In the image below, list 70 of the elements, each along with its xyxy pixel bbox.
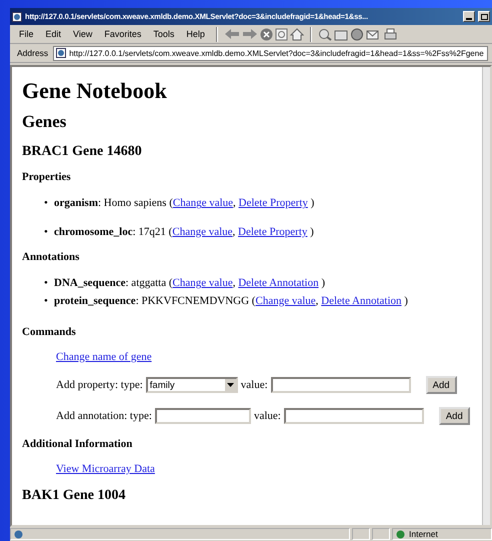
- globe-icon[interactable]: [350, 28, 364, 40]
- delete-link[interactable]: Delete Annotation: [321, 294, 402, 308]
- maximize-button[interactable]: [478, 11, 490, 22]
- menu-item[interactable]: Edit: [40, 29, 66, 39]
- field-label: Add annotation: type:: [56, 410, 152, 422]
- microarray-link[interactable]: View Microarray Data: [56, 463, 155, 476]
- subsection-heading: Annotations: [22, 251, 80, 264]
- delete-link[interactable]: Delete Property: [238, 224, 308, 240]
- page-title: Gene Notebook: [22, 79, 168, 104]
- item-text: protein_sequence: PKKVFCNEMDVNGG (: [54, 294, 256, 308]
- menu-item[interactable]: Help: [181, 29, 210, 39]
- change-value-link[interactable]: Change value: [172, 196, 234, 211]
- punctuation: ): [310, 224, 314, 240]
- value-input-field[interactable]: [270, 377, 411, 394]
- subsection-heading: Commands: [22, 326, 77, 340]
- value-input-field[interactable]: [284, 408, 424, 424]
- add-button[interactable]: Add: [438, 407, 470, 426]
- bullet: •: [44, 276, 49, 291]
- refresh-icon[interactable]: [274, 28, 288, 40]
- section-heading: Genes: [22, 113, 68, 132]
- stop-icon[interactable]: [260, 28, 273, 40]
- back-arrow-icon[interactable]: [224, 28, 240, 40]
- item-text: DNA_sequence: atggatta (: [54, 276, 173, 291]
- type-dropdown[interactable]: family: [146, 377, 238, 394]
- punctuation: ,: [233, 196, 236, 211]
- add-button[interactable]: Add: [426, 376, 457, 394]
- gene-heading: BRAC1 Gene 14680: [22, 144, 143, 160]
- menu-item[interactable]: File: [14, 29, 39, 39]
- punctuation: ,: [316, 294, 318, 308]
- forward-arrow-icon[interactable]: [242, 28, 258, 40]
- bullet: •: [44, 224, 49, 240]
- page-icon: [12, 12, 22, 22]
- rename-gene-link[interactable]: Change name of gene: [56, 351, 152, 364]
- change-value-link[interactable]: Change value: [255, 294, 316, 308]
- minimize-button[interactable]: [463, 11, 475, 22]
- delete-link[interactable]: Delete Annotation: [238, 276, 319, 291]
- menu-item[interactable]: Tools: [148, 29, 180, 39]
- delete-link[interactable]: Delete Property: [238, 196, 308, 211]
- page-icon: [56, 48, 66, 58]
- menu-item[interactable]: View: [68, 29, 98, 39]
- search-icon[interactable]: [318, 28, 332, 40]
- address-label: Address: [16, 48, 50, 58]
- maximize-icon: [480, 14, 488, 20]
- page-icon: [14, 530, 23, 538]
- bullet: •: [44, 294, 49, 308]
- punctuation: ): [404, 294, 408, 308]
- scrollbar[interactable]: [482, 67, 490, 525]
- punctuation: ): [321, 276, 325, 291]
- type-input-field[interactable]: [154, 408, 251, 424]
- subsection-heading: Additional Information: [22, 438, 134, 452]
- item-text: organism: Homo sapiens (: [54, 196, 173, 211]
- zone-label: Internet: [409, 529, 438, 539]
- punctuation: ,: [232, 224, 236, 240]
- item-text: chromosome_loc: 17q21 (: [54, 224, 172, 240]
- field-label: Add property: type:: [56, 379, 143, 392]
- punctuation: ): [310, 196, 314, 211]
- subsection-heading: Properties: [22, 171, 72, 184]
- change-value-link[interactable]: Change value: [172, 276, 233, 291]
- gene-heading: BAK1 Gene 1004: [22, 488, 126, 504]
- printer-icon[interactable]: [382, 28, 398, 40]
- globe-icon: [396, 530, 405, 538]
- field-label: value:: [254, 410, 281, 422]
- punctuation: ,: [232, 276, 236, 291]
- address-field[interactable]: http://127.0.0.1/servlets/com.xweave.xmldb.demo.XMLServlet?doc=3&includefragid=1&head=1&ss=%2Fss%2Fgene: [53, 46, 488, 60]
- change-value-link[interactable]: Change value: [172, 224, 233, 240]
- mail-icon[interactable]: [366, 28, 381, 40]
- menu-item[interactable]: Favorites: [99, 29, 146, 39]
- field-label: value:: [240, 379, 268, 392]
- bullet: •: [44, 196, 49, 211]
- home-icon[interactable]: [290, 28, 304, 40]
